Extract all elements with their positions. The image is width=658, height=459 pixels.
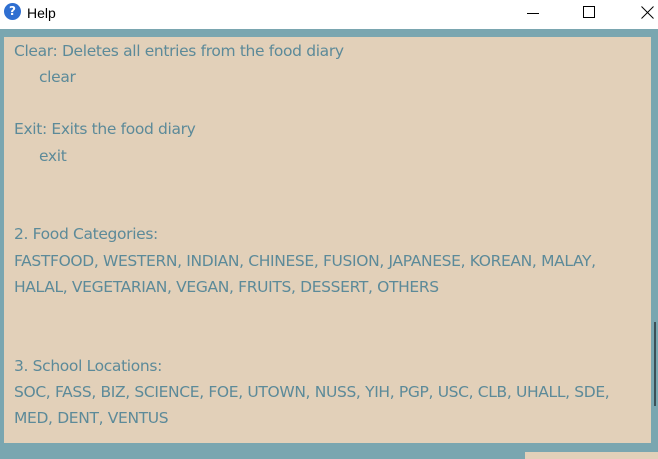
- clear-command-description: Clear: Deletes all entries from the food…: [14, 42, 344, 60]
- exit-command-description: Exit: Exits the food diary: [14, 120, 196, 138]
- window-title: Help: [27, 5, 56, 21]
- minimize-icon: [527, 13, 539, 14]
- minimize-button[interactable]: [510, 0, 556, 29]
- exit-command-syntax: exit: [39, 147, 67, 165]
- scrollbar-thumb[interactable]: [654, 322, 656, 406]
- maximize-button[interactable]: [566, 0, 612, 29]
- maximize-icon: [583, 6, 595, 18]
- food-categories-list-line-1: FASTFOOD, WESTERN, INDIAN, CHINESE, FUSI…: [14, 252, 596, 270]
- school-locations-list-line-1: SOC, FASS, BIZ, SCIENCE, FOE, UTOWN, NUS…: [14, 383, 610, 401]
- school-locations-heading: 3. School Locations:: [14, 357, 162, 375]
- food-categories-list-line-2: HALAL, VEGETARIAN, VEGAN, FRUITS, DESSER…: [14, 278, 439, 296]
- clear-command-syntax: clear: [39, 68, 76, 86]
- food-categories-heading: 2. Food Categories:: [14, 225, 158, 243]
- title-bar: ? Help: [0, 0, 658, 29]
- question-icon: ?: [4, 3, 21, 20]
- help-content-panel: Clear: Deletes all entries from the food…: [4, 37, 651, 443]
- close-icon: [640, 6, 654, 19]
- bottom-panel-edge: [525, 452, 658, 459]
- school-locations-list-line-2: MED, DENT, VENTUS: [14, 409, 169, 427]
- close-button[interactable]: [624, 0, 658, 29]
